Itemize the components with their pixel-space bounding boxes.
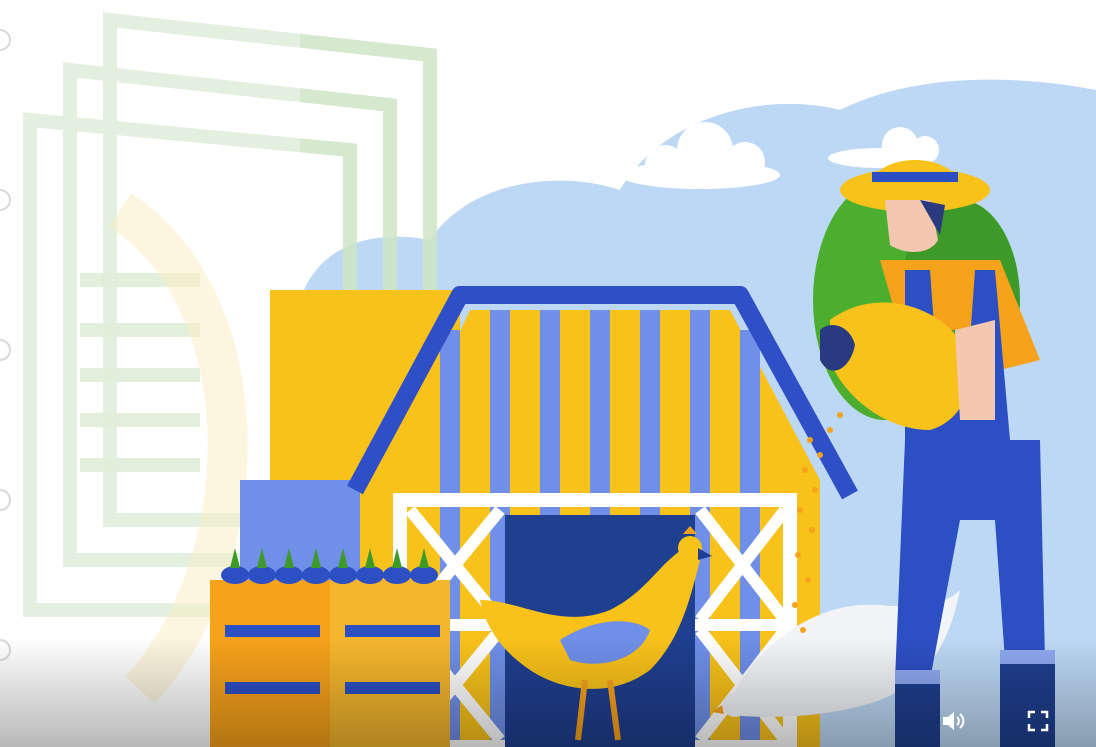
speaker-volume-icon <box>943 712 965 730</box>
crates <box>210 548 450 747</box>
volume-button[interactable] <box>934 701 974 741</box>
fullscreen-expand-icon <box>1027 710 1049 732</box>
video-frame-illustration <box>0 0 1096 747</box>
video-player[interactable] <box>0 0 1096 747</box>
fullscreen-button[interactable] <box>1018 701 1058 741</box>
